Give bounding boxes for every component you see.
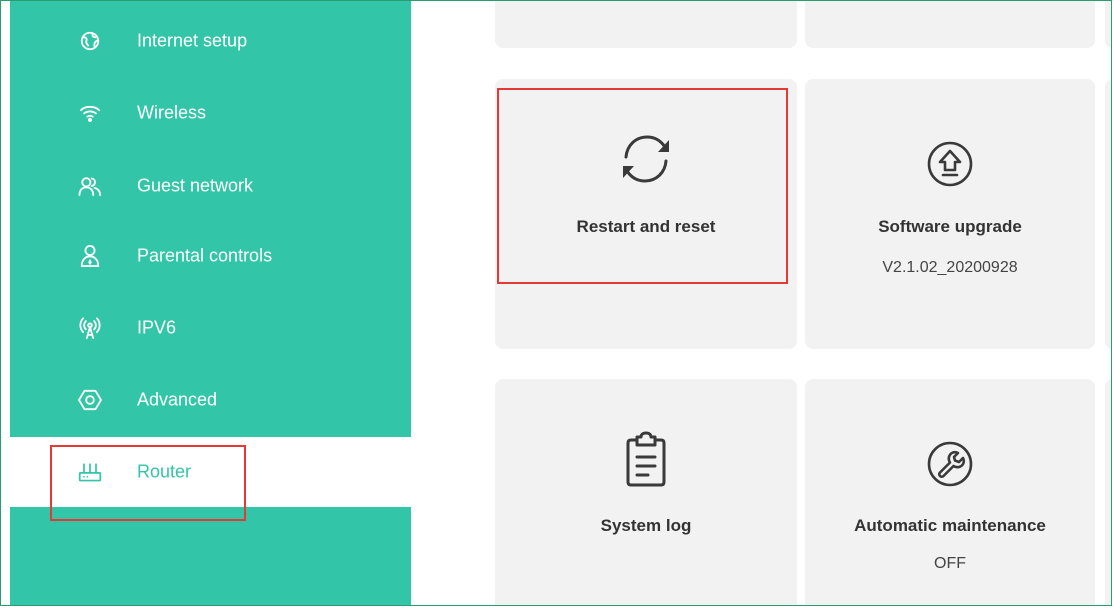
sidebar-item-advanced[interactable]: Advanced (10, 365, 411, 435)
guests-icon (78, 174, 102, 198)
restart-icon (616, 129, 676, 189)
parental-icon (78, 244, 102, 268)
card-partial-top-right[interactable] (805, 1, 1095, 48)
card-title: Software upgrade (878, 217, 1022, 236)
sidebar-item-label: Wireless (137, 102, 207, 123)
sidebar-item-internet-setup[interactable]: Internet setup (10, 6, 411, 76)
sidebar-item-label: Router (137, 461, 192, 482)
sidebar-item-router[interactable]: Router (10, 437, 411, 507)
card-partial-edge-2[interactable] (1105, 79, 1111, 349)
sidebar-item-label: Parental controls (137, 245, 273, 266)
hexagon-icon (78, 388, 102, 412)
clipboard-icon (616, 429, 676, 489)
app-frame: Internet setup Wireless Guest network Pa… (0, 0, 1112, 606)
card-title: Restart and reset (576, 217, 716, 236)
router-icon (78, 460, 102, 484)
restart-reset-card[interactable]: Restart and reset (495, 79, 797, 349)
ipv6-icon (78, 316, 102, 340)
sidebar-item-wireless[interactable]: Wireless (10, 78, 411, 148)
sidebar-item-ipv6[interactable]: IPV6 (10, 293, 411, 363)
sidebar-item-label: Advanced (137, 389, 218, 410)
sidebar: Internet setup Wireless Guest network Pa… (10, 1, 411, 605)
card-partial-edge-3[interactable] (1105, 379, 1111, 605)
card-title: Automatic maintenance (854, 516, 1046, 535)
upload-icon (920, 134, 980, 194)
card-partial-top-left[interactable] (495, 1, 797, 48)
maintenance-status: OFF (934, 555, 966, 572)
automatic-maintenance-card[interactable]: Automatic maintenance OFF (805, 379, 1095, 605)
sidebar-item-label: IPV6 (137, 317, 177, 338)
globe-icon (78, 29, 102, 53)
sidebar-item-label: Guest network (137, 175, 254, 196)
wifi-icon (78, 101, 102, 125)
firmware-version: V2.1.02_20200928 (882, 259, 1018, 276)
software-upgrade-card[interactable]: Software upgrade V2.1.02_20200928 (805, 79, 1095, 349)
sidebar-item-label: Internet setup (137, 30, 248, 51)
main-content: Restart and reset Software upgrade V2.1.… (411, 1, 1111, 605)
card-partial-edge-1[interactable] (1105, 1, 1111, 48)
wrench-icon (920, 434, 980, 494)
sidebar-item-parental-controls[interactable]: Parental controls (10, 221, 411, 291)
sidebar-item-guest-network[interactable]: Guest network (10, 151, 411, 221)
card-title: System log (600, 516, 692, 535)
system-log-card[interactable]: System log (495, 379, 797, 605)
